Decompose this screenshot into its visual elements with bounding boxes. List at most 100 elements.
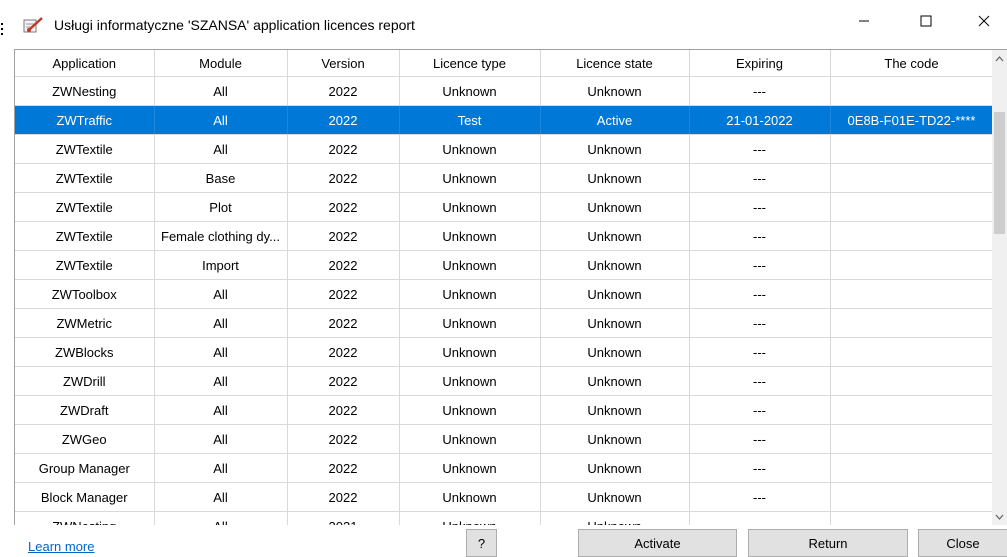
cell-licence-state: Active <box>540 105 690 135</box>
cell-module: Import <box>154 250 288 280</box>
cell-application: ZWTextile <box>15 221 155 251</box>
cell-code <box>830 511 993 525</box>
table-row[interactable]: ZWGeo All 2022 Unknown Unknown --- <box>15 424 993 454</box>
table-row[interactable]: ZWTextile Plot 2022 Unknown Unknown --- <box>15 192 993 222</box>
table-row[interactable]: ZWDrill All 2022 Unknown Unknown --- <box>15 366 993 396</box>
cell-licence-state: Unknown <box>540 76 690 106</box>
cell-expiring: --- <box>689 279 831 309</box>
cell-application: Block Manager <box>15 482 155 512</box>
cell-module: All <box>154 134 288 164</box>
cell-code <box>830 395 993 425</box>
cell-application: ZWTextile <box>15 192 155 222</box>
cell-version: 2022 <box>287 279 400 309</box>
table-row[interactable]: ZWTextile All 2022 Unknown Unknown --- <box>15 134 993 164</box>
table-row[interactable]: ZWNestingAll2021UnknownUnknown--- <box>15 511 993 525</box>
table-row[interactable]: ZWTextile Base 2022 Unknown Unknown --- <box>15 163 993 193</box>
cell-code <box>830 163 993 193</box>
scroll-down-button[interactable] <box>992 508 1007 525</box>
column-header-version[interactable]: Version <box>287 50 400 77</box>
cell-application: ZWTextile <box>15 250 155 280</box>
close-window-button[interactable] <box>961 0 1007 42</box>
cell-code <box>830 250 993 280</box>
cell-application: ZWNesting <box>15 76 155 106</box>
return-button[interactable]: Return <box>748 529 908 557</box>
cell-code <box>830 482 993 512</box>
table-row[interactable]: ZWTextile Import 2022 Unknown Unknown --- <box>15 250 993 280</box>
cell-code <box>830 366 993 396</box>
maximize-icon <box>920 15 932 27</box>
cell-version: 2022 <box>287 250 400 280</box>
cell-application: ZWTraffic <box>15 105 155 135</box>
column-header-the-code[interactable]: The code <box>830 50 993 77</box>
cell-licence-type: Unknown <box>399 395 541 425</box>
cell-module: All <box>154 424 288 454</box>
cell-version: 2022 <box>287 221 400 251</box>
cell-expiring: --- <box>689 308 831 338</box>
vertical-scrollbar[interactable] <box>992 49 1007 525</box>
table-row[interactable]: ZWToolbox All 2022 Unknown Unknown --- <box>15 279 993 309</box>
table-row[interactable]: ZWNesting All 2022 Unknown Unknown --- <box>15 76 993 106</box>
cell-version: 2022 <box>287 482 400 512</box>
cell-application: ZWDraft <box>15 395 155 425</box>
cell-module: Base <box>154 163 288 193</box>
cell-code <box>830 134 993 164</box>
cell-application: ZWTextile <box>15 163 155 193</box>
chevron-down-icon <box>995 514 1004 520</box>
cell-licence-state: Unknown <box>540 337 690 367</box>
cell-application: ZWTextile <box>15 134 155 164</box>
cell-expiring: --- <box>689 76 831 106</box>
learn-more-link[interactable]: Learn more <box>28 539 94 554</box>
cell-expiring: --- <box>689 511 831 525</box>
cell-application: ZWDrill <box>15 366 155 396</box>
cell-version: 2022 <box>287 76 400 106</box>
table-row[interactable]: ZWDraft All 2022 Unknown Unknown --- <box>15 395 993 425</box>
table-row[interactable]: ZWTextile Female clothing dy... 2022 Unknow… <box>15 221 993 251</box>
table-row[interactable]: Group Manager All 2022 Unknown Unknown --- <box>15 453 993 483</box>
cell-version: 2022 <box>287 163 400 193</box>
column-header-expiring[interactable]: Expiring <box>689 50 831 77</box>
cell-expiring: --- <box>689 163 831 193</box>
table-row[interactable]: ZWBlocks All 2022 Unknown Unknown --- <box>15 337 993 367</box>
cell-expiring: --- <box>689 134 831 164</box>
scroll-up-button[interactable] <box>992 50 1007 67</box>
column-header-licence-state[interactable]: Licence state <box>540 50 690 77</box>
cell-expiring: --- <box>689 366 831 396</box>
cell-licence-type: Unknown <box>399 76 541 106</box>
licences-table[interactable]: Application Module Version Licence type … <box>14 49 993 525</box>
table-row[interactable]: Block Manager All 2022 Unknown Unknown --- <box>15 482 993 512</box>
help-button[interactable]: ? <box>466 529 497 557</box>
cell-version: 2022 <box>287 105 400 135</box>
window-edge-grip <box>0 20 4 36</box>
cell-module: All <box>154 279 288 309</box>
cell-code <box>830 279 993 309</box>
close-button[interactable]: Close <box>918 529 1007 557</box>
cell-licence-type: Unknown <box>399 279 541 309</box>
cell-licence-state: Unknown <box>540 134 690 164</box>
cell-licence-state: Unknown <box>540 250 690 280</box>
cell-expiring: --- <box>689 221 831 251</box>
table-row[interactable]: ZWTraffic All 2022 Test Active 21-01-2022 0E8B… <box>15 105 993 135</box>
cell-version: 2022 <box>287 192 400 222</box>
cell-licence-type: Unknown <box>399 424 541 454</box>
cell-licence-state: Unknown <box>540 453 690 483</box>
table-row[interactable]: ZWMetric All 2022 Unknown Unknown --- <box>15 308 993 338</box>
chevron-up-icon <box>995 55 1004 61</box>
column-header-licence-type[interactable]: Licence type <box>399 50 541 77</box>
cell-expiring: --- <box>689 337 831 367</box>
maximize-button[interactable] <box>903 0 949 42</box>
cell-licence-state: Unknown <box>540 308 690 338</box>
report-brush-icon <box>23 16 45 34</box>
cell-code: 0E8B-F01E-TD22-**** <box>830 105 993 135</box>
cell-version: 2022 <box>287 308 400 338</box>
cell-version: 2022 <box>287 395 400 425</box>
scrollbar-thumb[interactable] <box>994 112 1005 234</box>
cell-licence-state: Unknown <box>540 511 690 525</box>
activate-button[interactable]: Activate <box>578 529 737 557</box>
cell-module: All <box>154 511 288 525</box>
column-header-application[interactable]: Application <box>15 50 155 77</box>
cell-licence-type: Unknown <box>399 308 541 338</box>
minimize-button[interactable] <box>841 0 887 42</box>
cell-version: 2022 <box>287 453 400 483</box>
window-title: Usługi informatyczne 'SZANSA' applicatio… <box>54 17 415 33</box>
column-header-module[interactable]: Module <box>154 50 288 77</box>
